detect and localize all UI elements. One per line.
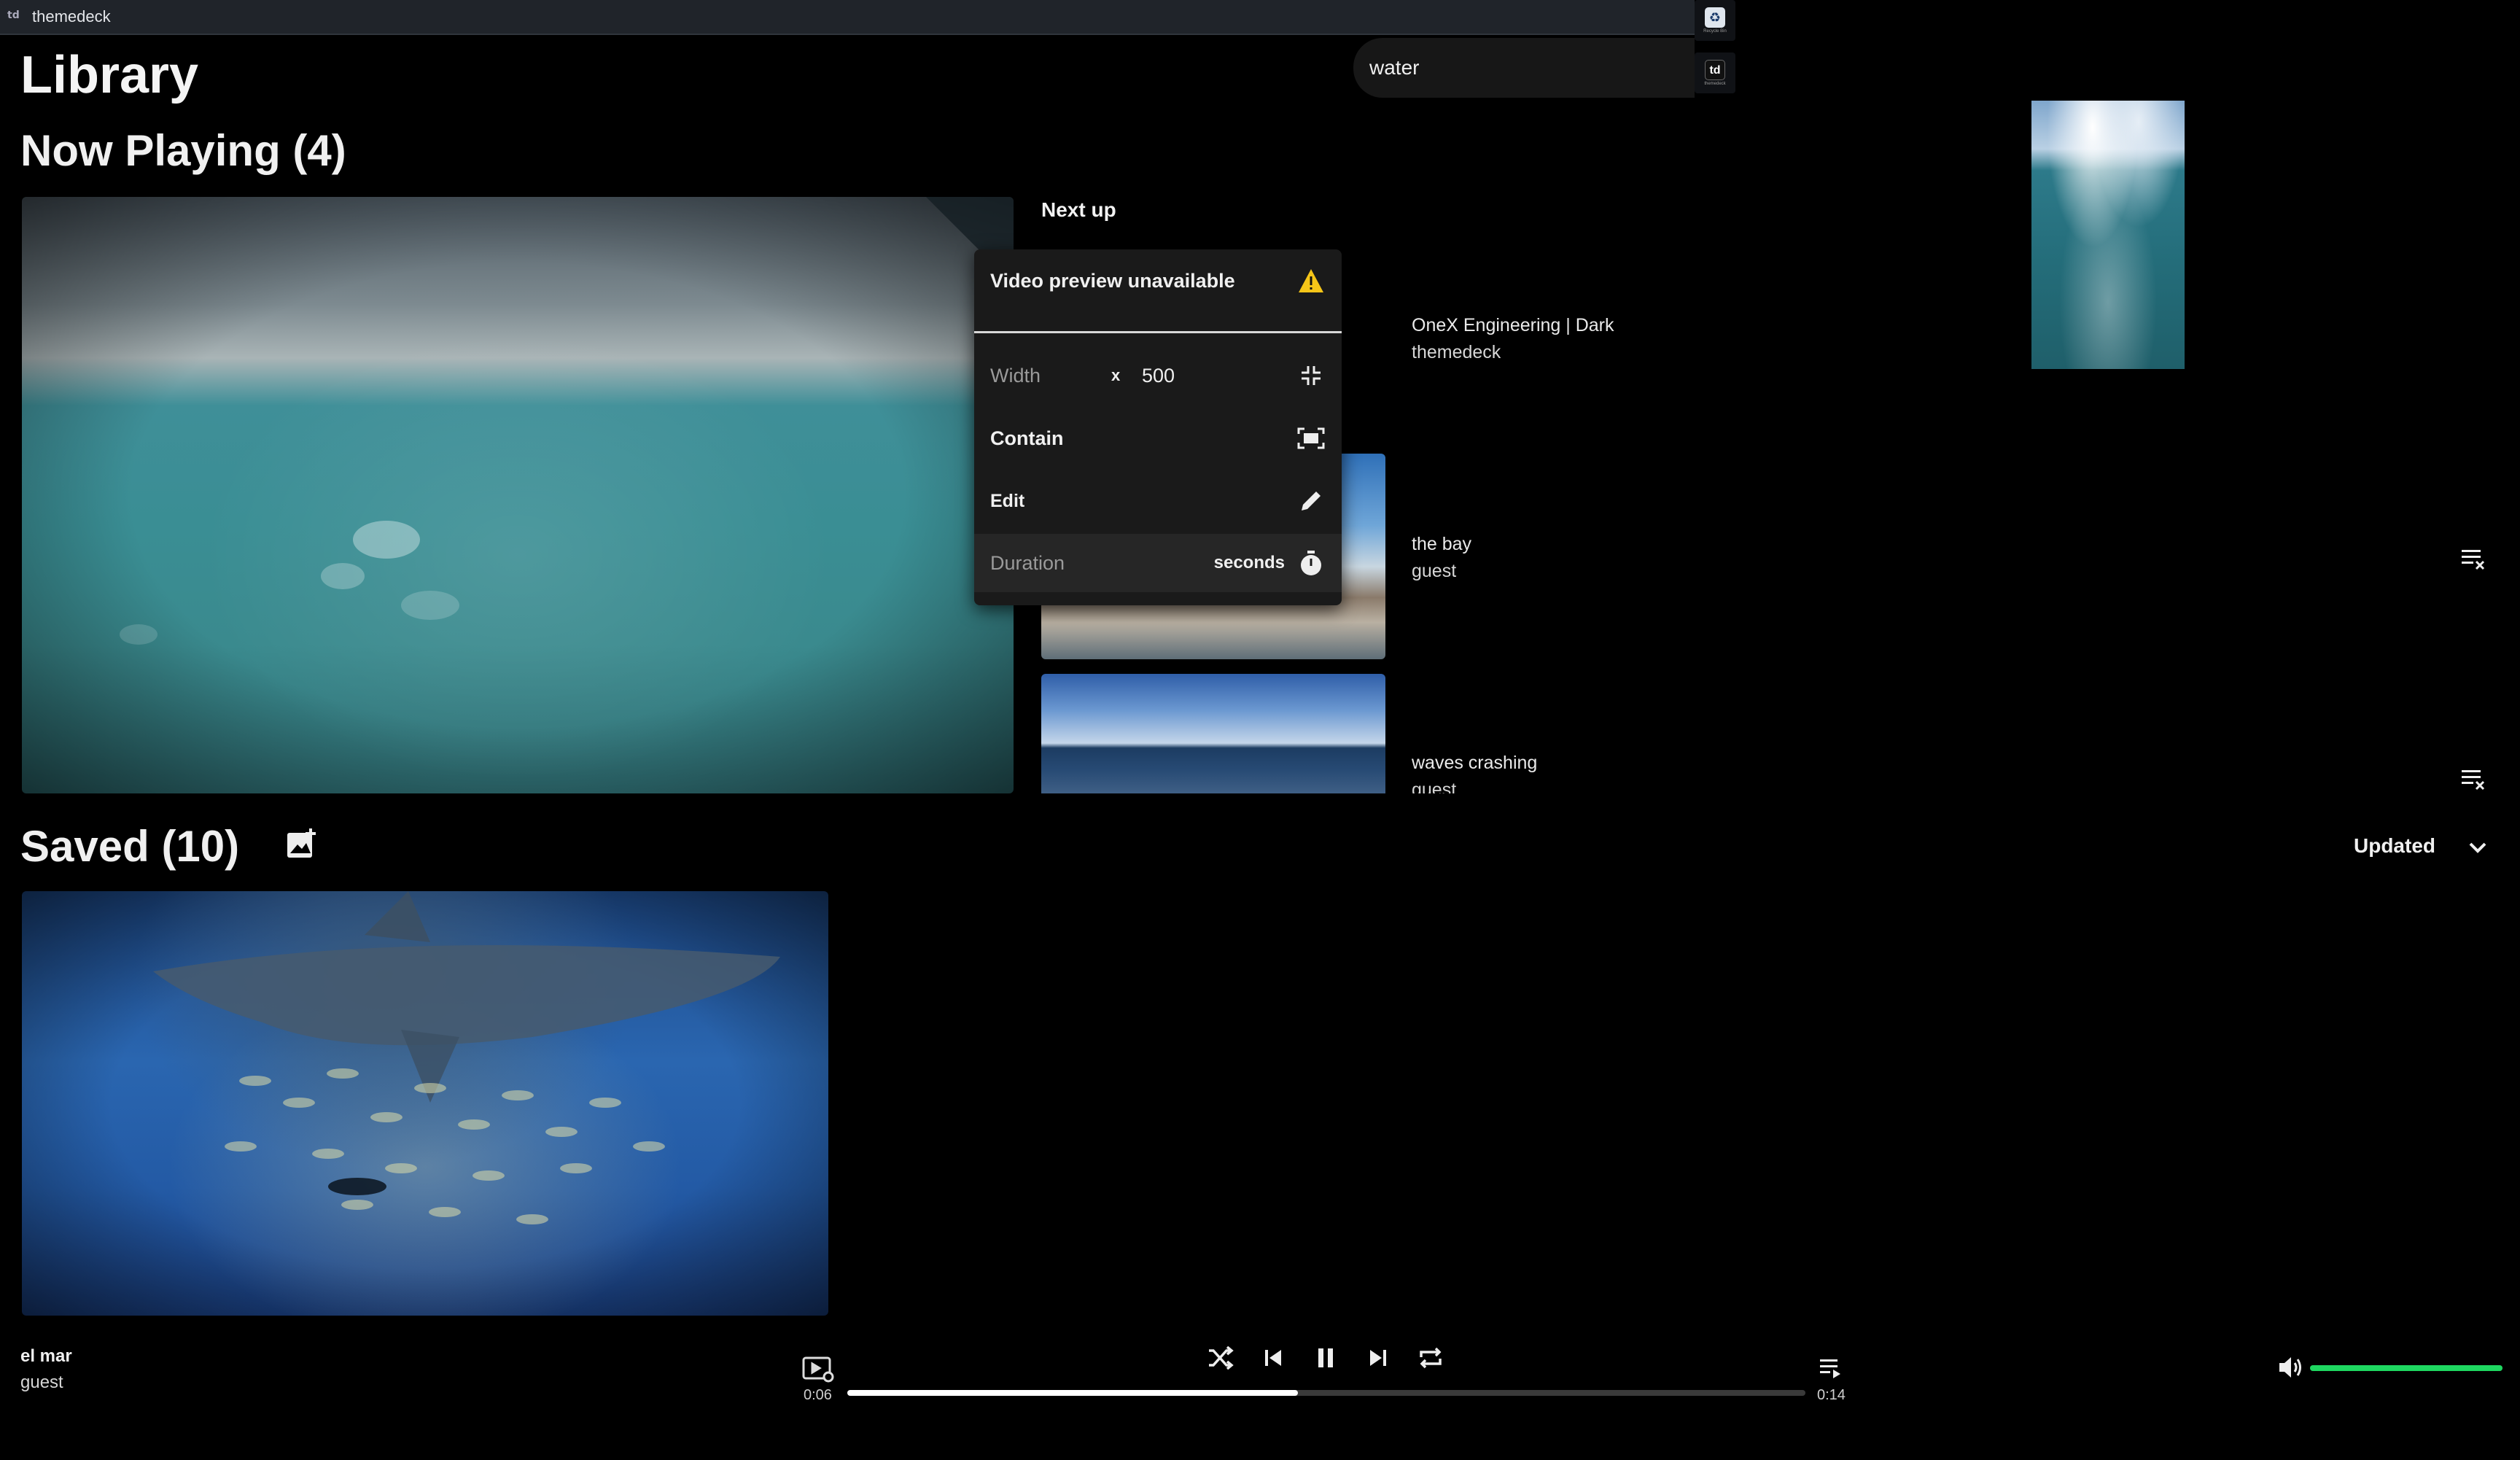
recycle-bin-icon[interactable]: ♻ Recycle Bin (1695, 0, 1735, 41)
video-settings-icon[interactable] (802, 1355, 836, 1384)
previous-icon[interactable] (1254, 1339, 1292, 1377)
queue-item[interactable]: waves crashing guest (1412, 753, 1703, 793)
queue-item-title: waves crashing (1412, 753, 1538, 773)
shuffle-icon[interactable] (1202, 1339, 1240, 1377)
now-playing-heading: Now Playing (4) (20, 126, 346, 175)
themedeck-shortcut-label: themedeck (1704, 82, 1726, 86)
fit-screen-icon (1296, 424, 1326, 453)
edit-label: Edit (990, 490, 1025, 511)
progress-fill (847, 1390, 1298, 1396)
preview-unavailable-row: Video preview unavailable (974, 249, 1342, 312)
remove-from-queue-icon[interactable] (2459, 544, 2488, 573)
window-title: themedeck (32, 7, 111, 26)
shrink-icon[interactable] (1296, 361, 1326, 390)
queue-thumbnail[interactable] (1041, 674, 1385, 793)
width-row[interactable]: Width x 500 (974, 344, 1342, 407)
elapsed-time: 0:06 (804, 1387, 832, 1403)
contain-label: Contain (990, 427, 1064, 449)
themedeck-shortcut-icon[interactable]: td themedeck (1695, 53, 1735, 93)
edit-option[interactable]: Edit (974, 470, 1342, 532)
pause-button[interactable] (1307, 1339, 1345, 1377)
duration-input[interactable]: Duration (990, 552, 1065, 575)
shark-scene (153, 891, 780, 1224)
page-title: Library (20, 46, 199, 104)
preview-unavailable-text: Video preview unavailable (990, 269, 1235, 292)
total-time: 0:14 (1817, 1387, 1846, 1403)
recycle-bin-label: Recycle Bin (1703, 29, 1727, 34)
saved-video-thumbnail[interactable] (22, 891, 828, 1316)
queue-item-subtitle: themedeck (1412, 342, 1501, 362)
contain-option[interactable]: Contain (974, 407, 1342, 470)
chevron-down-icon[interactable] (2466, 836, 2489, 859)
queue-item-subtitle: guest (1412, 780, 1457, 793)
now-playing-video[interactable] (22, 197, 1014, 793)
width-label: Width (990, 364, 1041, 387)
menu-divider (974, 331, 1342, 333)
app-icon: td (7, 9, 20, 21)
track-artist: guest (20, 1372, 63, 1392)
sort-dropdown[interactable]: Updated (2354, 834, 2435, 858)
duration-row[interactable]: Duration seconds (974, 534, 1342, 592)
next-up-label: Next up (1041, 198, 1116, 221)
times-symbol: x (1111, 366, 1121, 384)
volume-fill (2310, 1365, 2502, 1371)
queue-item-title: the bay (1412, 534, 1472, 554)
window-titlebar: td themedeck (0, 0, 1695, 35)
next-icon[interactable] (1359, 1339, 1397, 1377)
warning-icon (1296, 266, 1326, 295)
add-image-icon[interactable] (286, 827, 319, 861)
sea-sparkles (120, 197, 1014, 645)
themedeck-glyph: td (1705, 60, 1725, 80)
timer-icon (1296, 548, 1326, 578)
queue-item-title: OneX Engineering | Dark (1412, 315, 1614, 335)
queue-item-subtitle: guest (1412, 561, 1457, 581)
search-input[interactable] (1353, 38, 1695, 98)
video-options-menu: Video preview unavailable Width x 500 Co… (974, 249, 1342, 605)
duration-unit-label: seconds (1213, 553, 1285, 572)
track-title: el mar (20, 1346, 72, 1366)
volume-icon[interactable] (2278, 1355, 2304, 1380)
recycle-bin-glyph: ♻ (1705, 7, 1725, 28)
now-playing-info[interactable]: el mar guest (20, 1346, 72, 1393)
repeat-icon[interactable] (1412, 1339, 1450, 1377)
queue-item[interactable]: OneX Engineering | Dark themedeck (1412, 315, 1703, 363)
remove-from-queue-icon[interactable] (2459, 764, 2488, 793)
preview-thumbnail[interactable] (2031, 101, 2185, 369)
queue-item[interactable]: the bay guest (1412, 534, 1703, 582)
width-value-field[interactable]: 500 (1142, 365, 1175, 387)
queue-list-icon[interactable] (1819, 1356, 1843, 1380)
pencil-icon (1296, 486, 1326, 516)
saved-heading: Saved (10) (20, 822, 240, 871)
